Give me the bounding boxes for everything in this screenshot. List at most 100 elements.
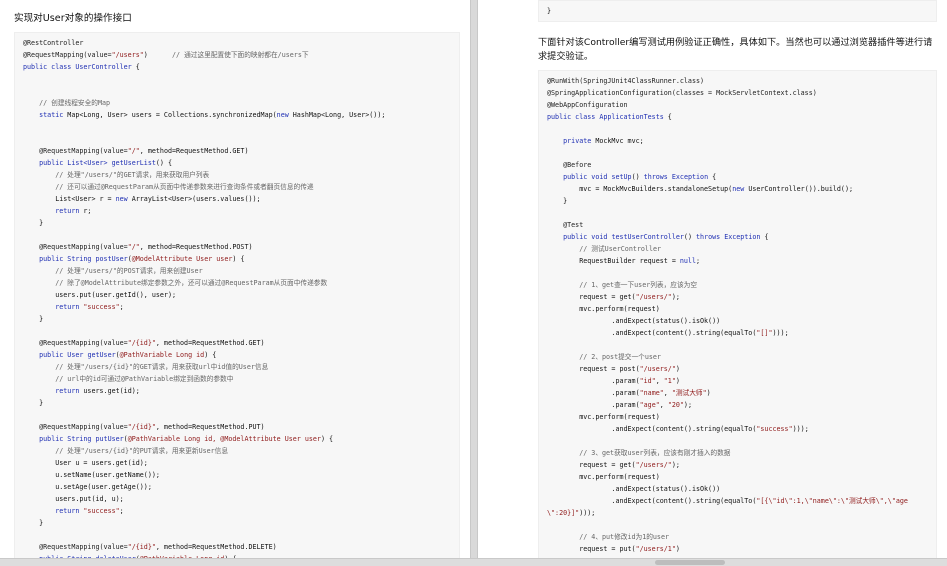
code-token: throws [696,233,725,241]
code-token: users.get(id); [83,387,140,395]
code-line: // 除了@ModelAttribute绑定参数之外，还可以通过@Request… [23,279,327,288]
code-token: public [39,351,68,359]
code-token: @PathVariable Long id, @ModelAttribute U… [127,435,321,443]
code-token: private [563,137,596,145]
code-token: "[{\"id\":1,\"name\":\"测试大师\",\"age [756,497,908,505]
code-token: @Test [547,221,584,229]
code-token: @Before [547,161,592,169]
code-line: mvc.perform(request) [547,305,660,314]
code-token: postUser [95,255,128,263]
code-line: .andExpect(content().string(equalTo("[]"… [547,329,788,338]
code-token: ArrayList<User>(users.values()); [131,195,261,203]
code-token: // 2、post提交一个user [547,353,661,361]
code-line: public class UserController { [23,63,140,72]
code-line: .param("id", "1") [547,377,680,386]
code-token: return [55,207,84,215]
code-token: // 还可以通过@RequestParam从页面中传递参数来进行查询条件或者翻页… [23,183,314,191]
code-token: , method=RequestMethod.GET) [155,339,265,347]
code-token: users.put(id, u); [23,495,124,503]
code-token: // 处理"/users/{id}"的GET请求，用来获取url中id值的Use… [23,363,269,371]
code-line: } [547,7,551,16]
code-line: request = get("/users/"); [547,293,680,302]
code-token: "[]" [756,329,773,337]
code-token: mvc.perform(request) [547,473,660,481]
code-line: @RequestMapping(value="/{id}", method=Re… [23,543,277,552]
code-token: @RequestMapping(value= [23,339,128,347]
code-token: public [39,255,68,263]
code-line: // 处理"/users/"的GET请求，用来获取用户列表 [23,171,209,180]
code-line: @RestController [23,39,83,48]
code-token: .andExpect(content().string(equalTo( [547,497,757,505]
code-line: request = post("/users/") [547,365,680,374]
code-line: @WebAppConfiguration [547,101,628,110]
code-line: @RequestMapping(value="/users") // 通过这里配… [23,51,309,60]
code-token: request = put( [547,545,636,553]
code-token: "success" [83,507,120,515]
code-token: @RequestMapping(value= [23,243,128,251]
code-token: \":20}]" [547,509,580,517]
code-line: } [23,219,43,228]
code-line: // 创建线程安全的Map [23,99,110,108]
code-line: u.setAge(user.getAge()); [23,483,152,492]
code-token: ; [119,507,124,515]
code-token: "/{id}" [127,423,156,431]
scrollbar-thumb[interactable] [655,560,725,565]
code-token: Exception [671,173,709,181]
code-token: @WebAppConfiguration [547,101,628,109]
code-token: mvc.perform(request) [547,413,660,421]
code-token: getUser [87,351,116,359]
code-token: () [683,233,697,241]
code-token: ) { [204,351,217,359]
section-heading-left: 实现对User对象的操作接口 [14,13,132,24]
code-token: ) [143,51,172,59]
code-token: return [55,507,84,515]
code-line: .andExpect(content().string(equalTo("[{\… [547,497,908,506]
code-line: public User getUser(@PathVariable Long i… [23,351,216,360]
code-token: , [659,401,668,409]
code-token: "success" [83,303,120,311]
code-token: { [131,63,140,71]
code-line: @RequestMapping(value="/", method=Reques… [23,147,248,156]
code-line: // 处理"/users/{id}"的GET请求，用来获取url中id值的Use… [23,363,268,372]
code-line: public String putUser(@PathVariable Long… [23,435,333,444]
code-token: "success" [756,425,793,433]
code-token: ) [706,389,711,397]
code-token: // 1、get查一下user列表，应该为空 [547,281,698,289]
code-line: // 测试UserController [547,245,661,254]
code-token: .andExpect(content().string(equalTo( [547,425,757,433]
code-token: return [55,303,84,311]
code-token: // 测试UserController [547,245,662,253]
code-line: // url中的id可通过@PathVariable绑定到函数的参数中 [23,375,233,384]
code-token: "/users/" [639,365,676,373]
code-token: mvc.perform(request) [547,305,660,313]
code-line: users.put(id, u); [23,495,124,504]
code-token: ) { [232,255,245,263]
code-token: request = post( [547,365,640,373]
code-block-user-controller: @RestController @RequestMapping(value="/u… [14,32,460,565]
code-token: // 4、put修改id为1的user [547,533,670,541]
section-heading-right: 下面针对该Controller编写测试用例验证正确性，具体如下。当然也可以通过浏… [538,37,933,62]
code-token: users.put(user.getId(), user); [23,291,176,299]
code-token: Exception [724,233,761,241]
code-token: "/" [127,147,140,155]
code-token: @RequestMapping(value= [23,423,128,431]
code-token: // 通过这里配置使下面的映射都在/users下 [171,51,309,59]
code-token: MockMvc mvc; [595,137,644,145]
code-line: mvc = MockMvcBuilders.standaloneSetup(ne… [547,185,853,194]
code-token: , method=RequestMethod.PUT) [155,423,265,431]
code-token: ); [671,461,680,469]
code-line: public List<User> getUserList() { [23,159,172,168]
code-token: throws [643,173,672,181]
code-token: new [732,185,749,193]
code-token: return [55,387,84,395]
code-line: return r; [23,207,91,216]
code-token: mvc = MockMvcBuilders.standaloneSetup( [547,185,733,193]
code-token: getUserList [111,159,156,167]
code-line: public class ApplicationTests { [547,113,672,122]
